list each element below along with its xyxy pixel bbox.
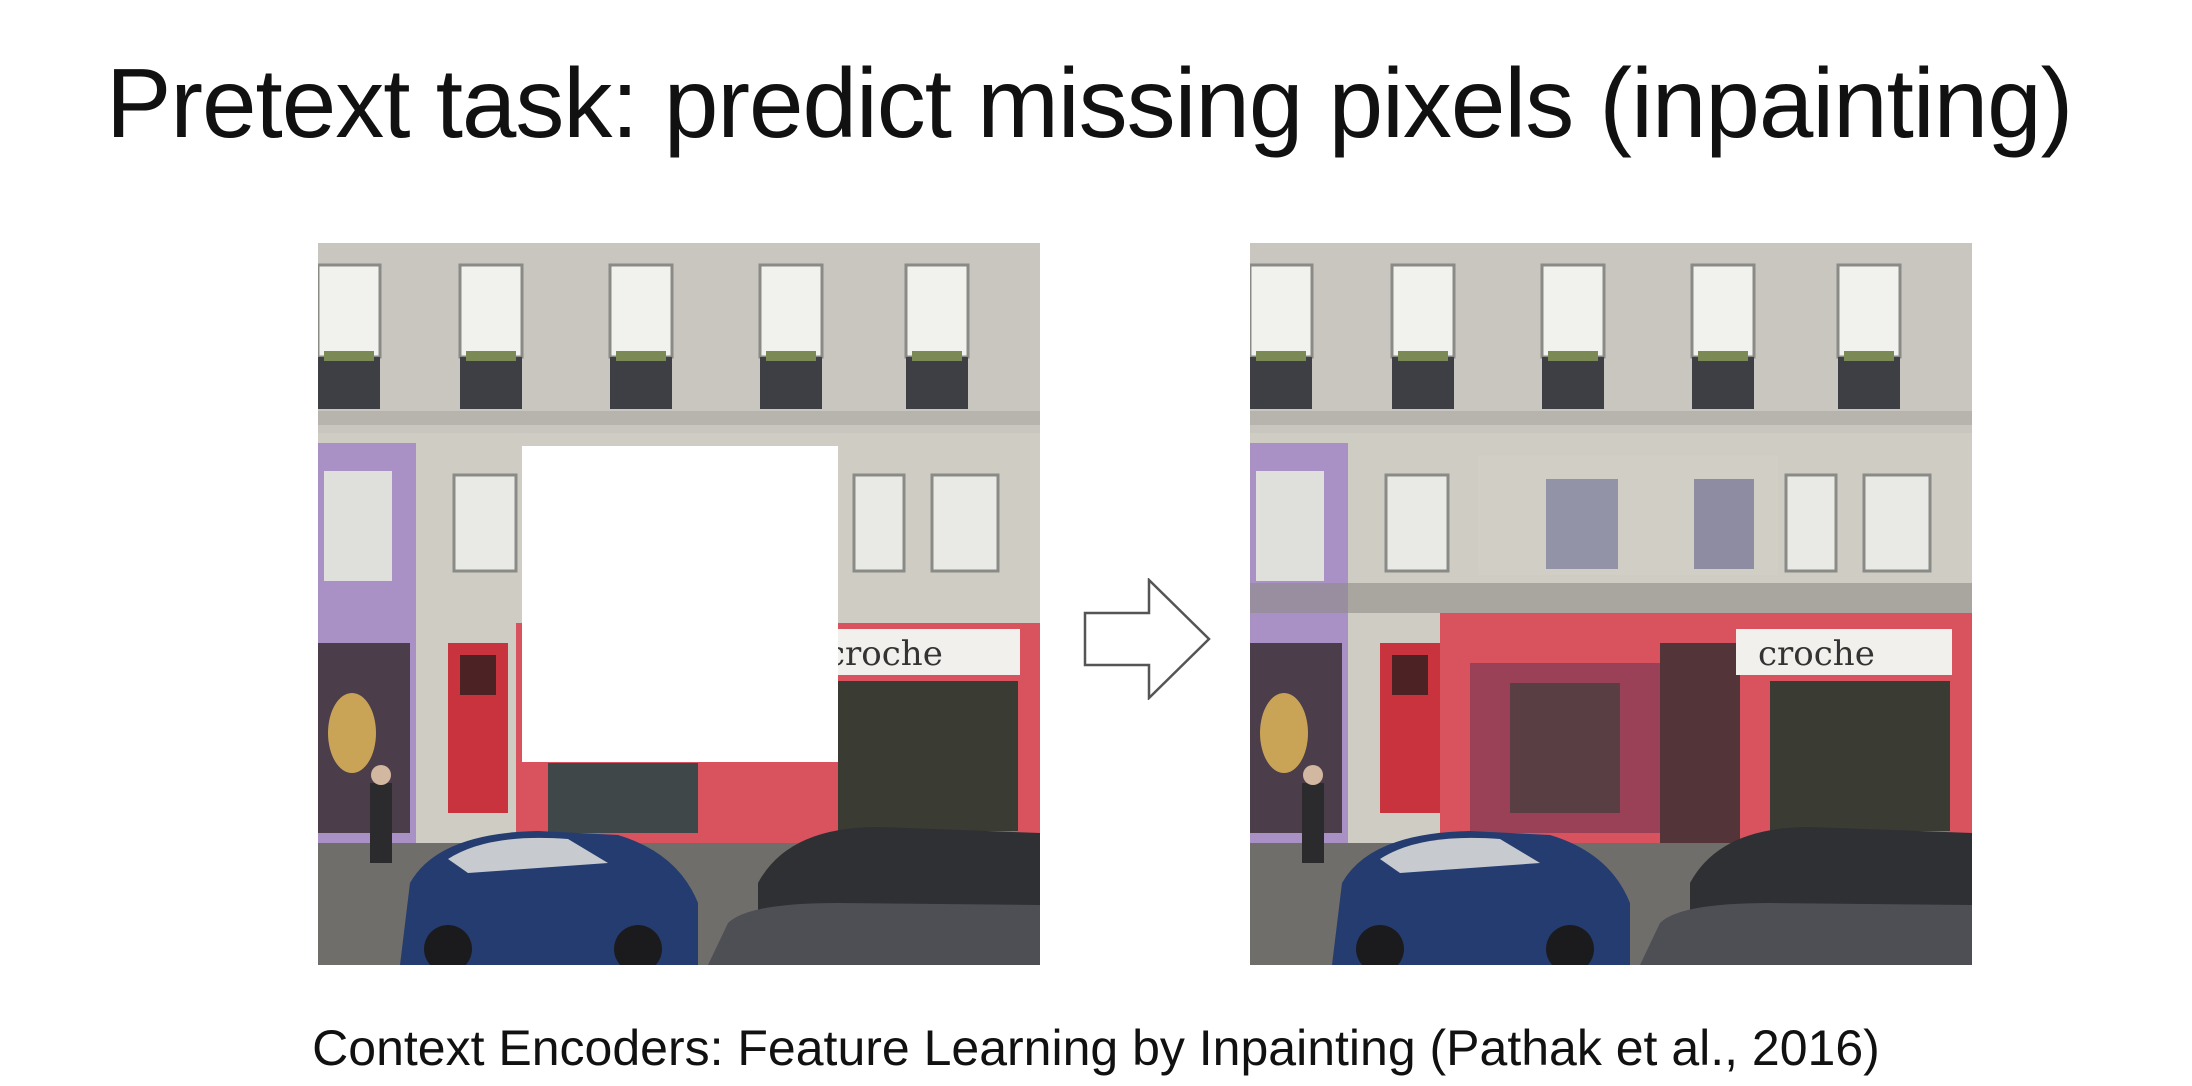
citation-caption: Context Encoders: Feature Learning by In… bbox=[312, 1020, 1880, 1076]
masked-input-image: croche bbox=[318, 243, 1040, 965]
storefront-sign-text: croche bbox=[826, 634, 943, 674]
inpainted-output-image: croche bbox=[1250, 243, 1972, 965]
right-arrow-icon bbox=[1083, 578, 1211, 700]
storefront-sign-text: croche bbox=[1758, 634, 1875, 674]
slide-title: Pretext task: predict missing pixels (in… bbox=[106, 48, 2073, 158]
missing-region-mask bbox=[522, 446, 838, 762]
